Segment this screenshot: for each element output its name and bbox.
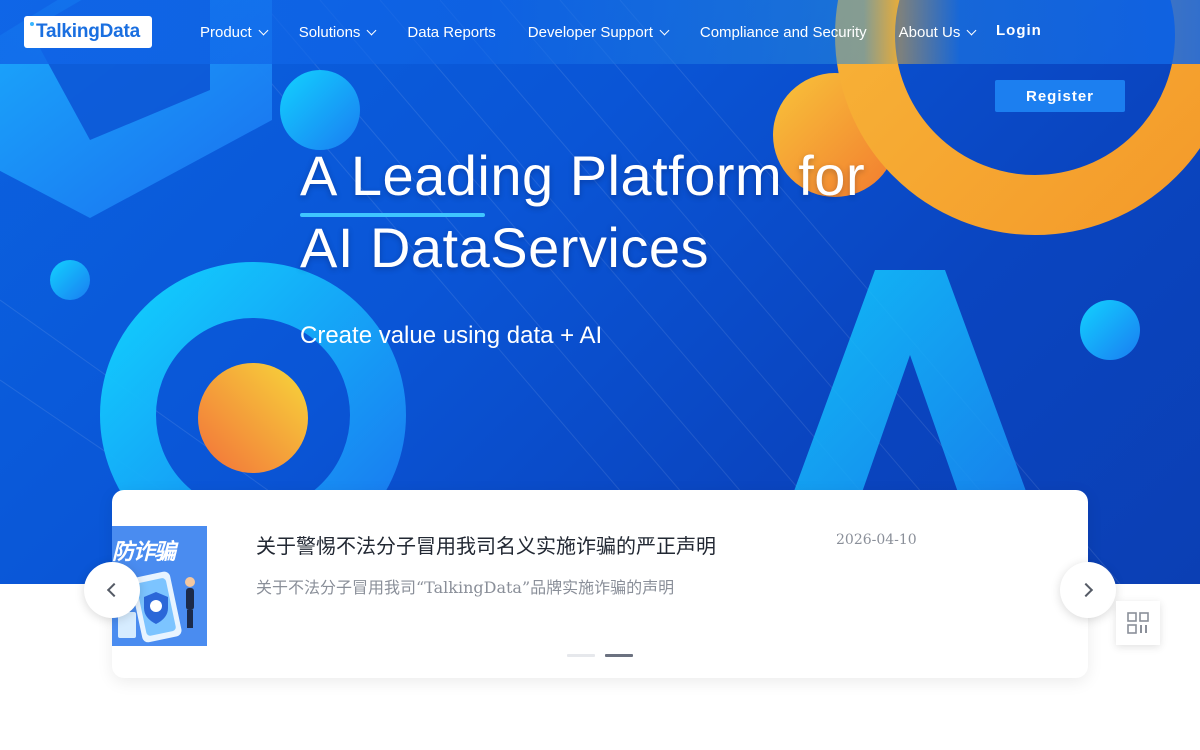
nav-item-compliance-security[interactable]: Compliance and Security xyxy=(700,24,867,41)
logo-dot xyxy=(30,22,34,26)
nav-item-data-reports[interactable]: Data Reports xyxy=(407,24,495,41)
login-button[interactable]: Login xyxy=(996,22,1042,39)
nav-item-label: Developer Support xyxy=(527,23,653,41)
hero-subtitle: Create value using data + AI xyxy=(300,322,603,349)
carousel-dot-1[interactable] xyxy=(567,654,595,657)
nav-item-label: About Us xyxy=(898,23,961,41)
carousel-prev-button[interactable] xyxy=(84,562,140,618)
logo-text: TalkingData xyxy=(35,21,141,42)
chevron-right-icon xyxy=(1078,582,1094,598)
hero-title-line-1: A Leading Platform for xyxy=(300,144,866,207)
hero-title: A Leading Platform for AI DataServices xyxy=(300,140,920,284)
hero-title-line-2: AI DataServices xyxy=(300,216,709,279)
chevron-left-icon xyxy=(106,582,122,598)
chevron-down-icon xyxy=(258,25,269,35)
news-description: 关于不法分子冒用我司“TalkingData”品牌实施诈骗的声明 xyxy=(256,578,675,597)
hero-title-underline xyxy=(300,213,485,217)
nav-item-label: Product xyxy=(200,23,252,41)
news-thumbnail-text: 防诈骗 xyxy=(112,539,176,564)
nav-item-label: Data Reports xyxy=(407,23,496,41)
chevron-down-icon xyxy=(966,25,977,35)
logo[interactable]: TalkingData xyxy=(24,16,152,48)
register-button[interactable]: Register xyxy=(995,80,1125,112)
news-title[interactable]: 关于警惕不法分子冒用我司名义实施诈骗的严正声明 xyxy=(256,530,716,559)
nav-item-label: Compliance and Security xyxy=(699,23,867,41)
chevron-down-icon xyxy=(366,25,377,35)
qr-code-button[interactable] xyxy=(1116,601,1160,645)
nav-menu: Product Solutions Data Reports Developer… xyxy=(200,0,1007,64)
nav-item-label: Solutions xyxy=(298,23,361,41)
nav-item-about-us[interactable]: About Us xyxy=(898,23,977,41)
chevron-down-icon xyxy=(659,25,670,35)
news-date: 2026-04-10 xyxy=(836,532,917,548)
top-navigation: TalkingData Product Solutions Data Repor… xyxy=(0,0,1200,64)
news-carousel: 防诈骗 关于警惕不法分子冒用我司名义实施诈骗的严正声明 2026-04-10 关… xyxy=(112,490,1088,678)
carousel-pagination xyxy=(567,654,643,657)
nav-item-solutions[interactable]: Solutions xyxy=(298,23,377,41)
carousel-dot-2[interactable] xyxy=(605,654,633,657)
carousel-next-button[interactable] xyxy=(1060,562,1116,618)
qr-code-icon xyxy=(1127,612,1149,634)
nav-item-product[interactable]: Product xyxy=(200,23,269,41)
nav-item-developer-support[interactable]: Developer Support xyxy=(527,23,670,41)
